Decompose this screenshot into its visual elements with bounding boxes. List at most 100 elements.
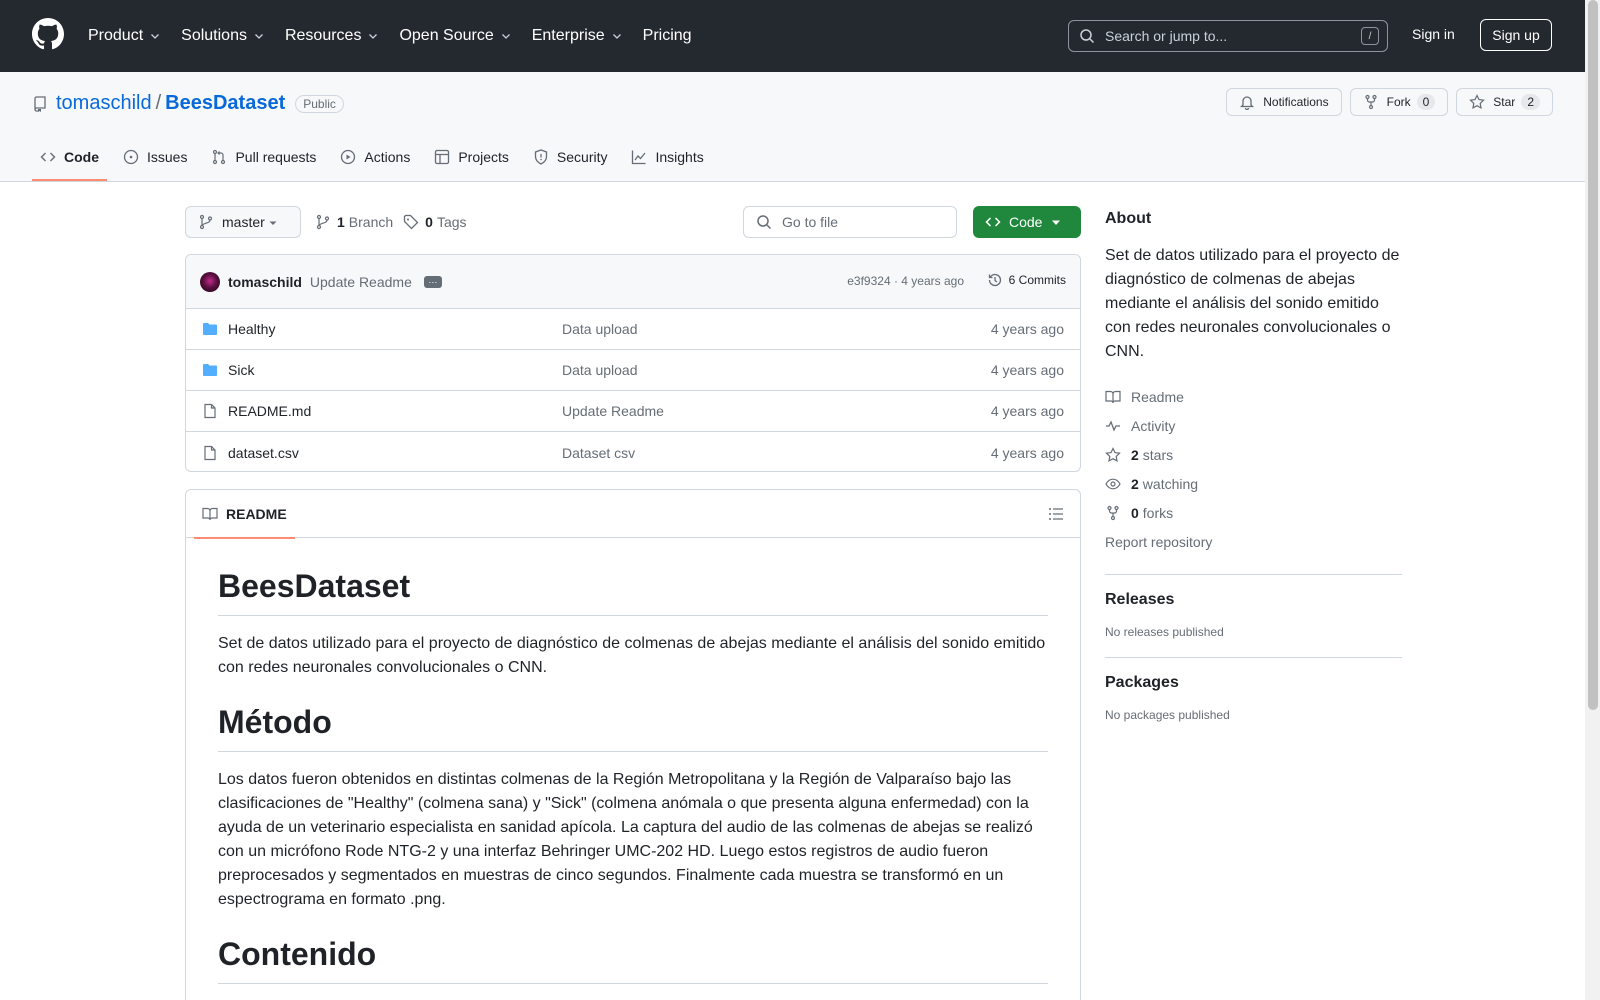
file-name[interactable]: Healthy	[228, 321, 562, 337]
tab-actions[interactable]: Actions	[332, 134, 418, 180]
nav-pricing[interactable]: Pricing	[643, 27, 692, 45]
site-header: Product Solutions Resources Open Source …	[0, 0, 1585, 72]
forks-count: 0	[1131, 504, 1139, 521]
latest-commit: tomaschild Update Readme ··· e3f9324 · 4…	[186, 255, 1080, 309]
chevron-down-icon	[151, 34, 160, 39]
readme-link[interactable]: Readme	[1105, 382, 1402, 411]
repo-name-link[interactable]: BeesDataset	[165, 92, 285, 115]
readme-link-label: Readme	[1131, 388, 1184, 405]
avatar[interactable]	[200, 271, 220, 292]
file-icon	[204, 403, 216, 419]
tab-pull-requests-label: Pull requests	[235, 149, 317, 165]
tag-label[interactable]: Tags	[437, 214, 467, 230]
file-commit-message[interactable]: Data upload	[562, 321, 638, 337]
commit-author[interactable]: tomaschild	[228, 274, 302, 290]
commit-message[interactable]: Update Readme	[310, 274, 412, 290]
repo-header: tomaschild / BeesDataset Public Notifica…	[0, 72, 1585, 182]
go-to-file-input[interactable]: Go to file	[743, 206, 957, 238]
forks-link[interactable]: 0 forks	[1105, 498, 1402, 527]
file-name[interactable]: README.md	[228, 403, 562, 419]
list-icon[interactable]	[1048, 506, 1064, 522]
search-shortcut-badge: /	[1361, 27, 1379, 45]
sign-in-link[interactable]: Sign in	[1412, 26, 1455, 42]
chevron-down-icon	[255, 34, 263, 39]
nav-product[interactable]: Product	[88, 27, 161, 45]
branch-selector[interactable]: master	[185, 206, 301, 238]
tab-actions-label: Actions	[364, 149, 411, 165]
nav-resources-label: Resources	[284, 27, 362, 44]
tag-icon	[404, 214, 419, 230]
releases-heading[interactable]: Releases	[1105, 591, 1402, 609]
tab-pull-requests[interactable]: Pull requests	[203, 134, 324, 180]
chevron-down-icon	[501, 34, 510, 39]
file-date: 4 years ago	[990, 362, 1064, 378]
repo-owner-link[interactable]: tomaschild	[56, 92, 152, 115]
releases-text: No releases published	[1105, 625, 1224, 639]
main-nav: Product Solutions Resources Open Source …	[88, 0, 712, 72]
issue-icon	[123, 149, 139, 165]
readme-tab[interactable]: README	[194, 490, 295, 539]
report-repository-link[interactable]: Report repository	[1105, 527, 1402, 556]
file-name[interactable]: dataset.csv	[228, 445, 562, 461]
search-input[interactable]: Search or jump to... /	[1068, 20, 1388, 52]
repo-icon	[34, 95, 46, 112]
sidebar-divider	[1105, 574, 1402, 575]
branch-label[interactable]: Branch	[349, 214, 393, 230]
watching-count: 2	[1131, 475, 1139, 492]
stars-link[interactable]: 2 stars	[1105, 440, 1402, 469]
scrollbar-thumb[interactable]	[1588, 0, 1598, 710]
nav-resources[interactable]: Resources	[285, 27, 379, 45]
readme-header: README	[186, 490, 1080, 539]
chevron-down-icon	[369, 34, 378, 39]
nav-open-source[interactable]: Open Source	[399, 27, 511, 45]
file-date: 4 years ago	[990, 321, 1064, 337]
tag-count[interactable]: 0	[425, 214, 433, 230]
sidebar-divider	[1105, 657, 1402, 658]
tab-projects[interactable]: Projects	[426, 134, 517, 180]
nav-solutions[interactable]: Solutions	[181, 27, 265, 45]
tab-insights[interactable]: Insights	[623, 134, 711, 180]
tab-security[interactable]: Security	[525, 134, 616, 180]
tab-issues[interactable]: Issues	[115, 134, 195, 180]
file-row[interactable]: dataset.csv Dataset csv 4 years ago	[186, 432, 1080, 471]
search-icon	[1080, 29, 1095, 44]
fork-button[interactable]: Fork 0	[1349, 88, 1449, 116]
eye-icon	[1105, 478, 1121, 489]
activity-link[interactable]: Activity	[1105, 411, 1402, 440]
watching-link[interactable]: 2 watching	[1105, 469, 1402, 498]
file-row[interactable]: Sick Data upload 4 years ago	[186, 350, 1080, 391]
repo-sidebar: About Set de datos utilizado para el pro…	[1105, 210, 1402, 722]
table-icon	[435, 149, 450, 165]
file-date: 4 years ago	[990, 444, 1064, 461]
file-commit-message[interactable]: Data upload	[562, 362, 638, 378]
branch-count[interactable]: 1	[337, 214, 345, 230]
notifications-button[interactable]: Notifications	[1226, 88, 1342, 116]
file-name[interactable]: Sick	[228, 362, 562, 378]
nav-enterprise[interactable]: Enterprise	[532, 27, 623, 45]
file-row[interactable]: Healthy Data upload 4 years ago	[186, 309, 1080, 350]
file-commit-message[interactable]: Update Readme	[562, 403, 664, 419]
sign-up-button[interactable]: Sign up	[1480, 19, 1552, 51]
commits-link[interactable]: 6 Commits	[987, 272, 1066, 288]
file-row[interactable]: README.md Update Readme 4 years ago	[186, 391, 1080, 432]
tab-insights-label: Insights	[655, 149, 704, 165]
forks-label: forks	[1142, 504, 1174, 521]
branch-icon	[316, 214, 330, 230]
nav-enterprise-label: Enterprise	[531, 27, 605, 44]
commit-meta[interactable]: e3f9324 · 4 years ago	[847, 274, 964, 288]
star-icon	[1469, 94, 1486, 110]
code-icon	[40, 152, 56, 162]
method-text: Los datos fueron obtenidos en distintas …	[218, 771, 1033, 908]
tab-code[interactable]: Code	[32, 134, 107, 181]
commit-count: 6 Commits	[1008, 273, 1066, 287]
github-logo-icon[interactable]	[32, 18, 64, 50]
file-commit-message[interactable]: Dataset csv	[562, 445, 635, 461]
code-button[interactable]: Code	[973, 206, 1081, 238]
star-button[interactable]: Star 2	[1456, 88, 1553, 116]
ellipsis-icon[interactable]: ···	[423, 275, 442, 288]
packages-heading[interactable]: Packages	[1105, 674, 1402, 692]
branch-name: master	[222, 214, 265, 230]
star-count: 2	[1521, 94, 1540, 110]
watching-label: watching	[1142, 475, 1199, 492]
tab-issues-label: Issues	[147, 149, 188, 165]
